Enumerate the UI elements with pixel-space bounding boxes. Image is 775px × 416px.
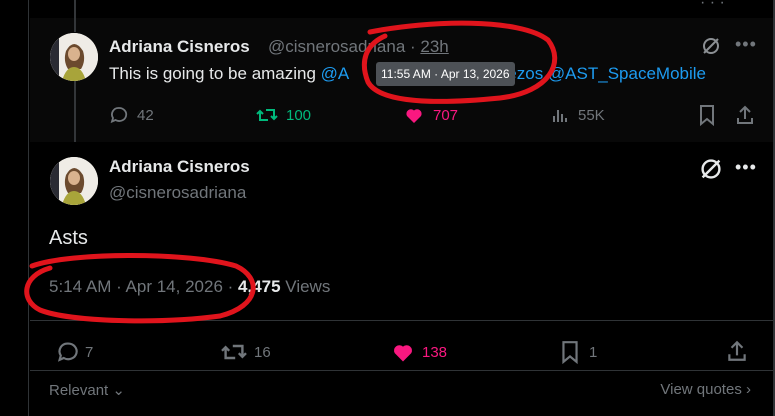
thread-line-lower	[74, 81, 76, 142]
bookmark-icon	[562, 341, 578, 364]
post-text: Asts	[49, 227, 88, 249]
thread-line	[74, 0, 76, 32]
reply-author-name[interactable]: Adriana Cisneros	[109, 37, 250, 57]
views-count: 4,475	[238, 277, 281, 296]
reply-button[interactable]: 42	[109, 105, 154, 125]
main-author-handle[interactable]: @cisnerosadriana	[109, 183, 246, 203]
divider	[30, 370, 773, 371]
reply-handle-time[interactable]: @cisnerosadriana · 23h	[268, 37, 449, 57]
grok-icon[interactable]	[699, 157, 723, 181]
like-button[interactable]: 707	[403, 105, 458, 125]
mention-link[interactable]: @AST_SpaceMobile	[543, 64, 706, 83]
sort-dropdown[interactable]: Relevant ⌄	[49, 381, 125, 399]
main-author-name[interactable]: Adriana Cisneros	[109, 157, 250, 177]
more-icon[interactable]: •••	[735, 157, 757, 178]
repost-icon	[221, 344, 247, 360]
post-timestamp-link[interactable]: 5:14 AM · Apr 14, 2026 ·	[49, 277, 238, 296]
repost-button[interactable]: 16	[220, 340, 271, 364]
more-icon-top[interactable]: · · ·	[700, 0, 725, 12]
repost-button[interactable]: 100	[256, 105, 311, 125]
share-icon[interactable]	[735, 104, 755, 126]
repost-icon	[256, 109, 278, 121]
chevron-down-icon: ⌄	[108, 382, 125, 399]
reply-button[interactable]: 7	[55, 340, 93, 364]
views-icon	[553, 110, 567, 122]
bookmark-button[interactable]: 1	[559, 340, 597, 364]
view-quotes-link[interactable]: View quotes ›	[660, 381, 751, 398]
heart-icon	[394, 345, 412, 362]
chevron-right-icon: ›	[741, 381, 751, 398]
reply-icon	[57, 342, 78, 362]
more-icon[interactable]: •••	[735, 34, 757, 55]
share-icon[interactable]	[726, 339, 748, 363]
avatar[interactable]	[50, 157, 98, 205]
reply-icon	[110, 107, 128, 124]
left-frame	[0, 0, 29, 416]
bookmark-icon[interactable]	[697, 104, 717, 126]
avatar[interactable]	[50, 33, 98, 81]
heart-icon	[406, 109, 422, 123]
mention-link[interactable]: @A	[321, 64, 350, 83]
grok-icon[interactable]	[701, 36, 721, 56]
like-button[interactable]: 138	[390, 340, 447, 364]
top-strip	[30, 0, 773, 18]
timestamp-tooltip: 11:55 AM · Apr 13, 2026	[376, 62, 515, 86]
views-label: Views	[280, 277, 331, 296]
divider	[30, 320, 773, 321]
views-button[interactable]: 55K	[550, 105, 605, 125]
post-meta: 5:14 AM · Apr 14, 2026 · 4,475 Views	[49, 277, 330, 297]
reply-time-link[interactable]: 23h	[420, 37, 448, 56]
